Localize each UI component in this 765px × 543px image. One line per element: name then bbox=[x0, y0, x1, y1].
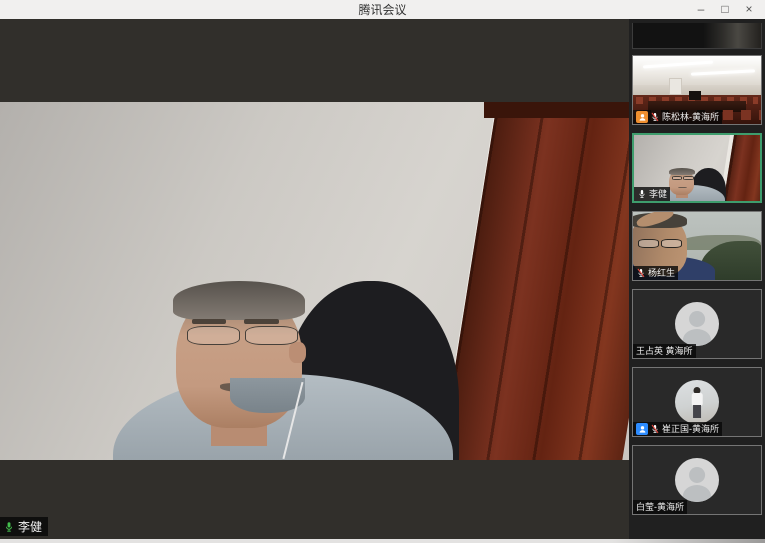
participant-name-label: 王占英 黄海所 bbox=[633, 344, 696, 358]
minimize-button[interactable]: – bbox=[689, 0, 713, 19]
participant-name-label: 崔正国-黄海所 bbox=[633, 422, 722, 436]
participant-name-label: 陈松林-黄海所 bbox=[633, 110, 722, 124]
participant-glasses bbox=[638, 239, 682, 248]
participant-name: 白莹-黄海所 bbox=[636, 501, 684, 513]
avatar-placeholder bbox=[675, 302, 719, 346]
participant-tile[interactable]: 崔正国-黄海所 bbox=[632, 367, 762, 437]
mic-on-icon bbox=[3, 521, 15, 533]
shirt-collar bbox=[230, 378, 305, 414]
participant-name: 李健 bbox=[649, 188, 667, 200]
participant-name-label: 白莹-黄海所 bbox=[633, 500, 687, 514]
speaker-glasses bbox=[187, 326, 297, 346]
participant-tile-active[interactable]: 李健 bbox=[632, 133, 762, 203]
speaker-name: 李健 bbox=[18, 518, 42, 535]
glasses-lens bbox=[672, 176, 682, 180]
speaker-eyebrow bbox=[244, 319, 279, 324]
figure-torso bbox=[692, 393, 703, 405]
speaker-hair bbox=[173, 281, 305, 320]
participant-name: 王占英 黄海所 bbox=[636, 345, 693, 357]
user-badge-icon bbox=[636, 423, 648, 435]
speaker-eyebrow bbox=[192, 319, 227, 324]
participant-name: 杨红生 bbox=[648, 267, 675, 279]
avatar-silhouette-head bbox=[689, 467, 705, 483]
participant-name-label: 李健 bbox=[634, 187, 670, 201]
glasses-lens bbox=[638, 239, 659, 248]
participant-tile[interactable]: 王占英 黄海所 bbox=[632, 289, 762, 359]
maximize-button[interactable]: □ bbox=[713, 0, 737, 19]
speaker-hair bbox=[669, 168, 695, 175]
participant-name: 陈松林-黄海所 bbox=[662, 111, 719, 123]
meeting-content: 李健 bbox=[0, 19, 765, 539]
window-bottom-edge bbox=[0, 539, 765, 543]
tencent-meeting-window: 腾讯会议 – □ × bbox=[0, 0, 765, 543]
participant-tile[interactable]: 白莹-黄海所 bbox=[632, 445, 762, 515]
glasses-lens bbox=[187, 326, 239, 346]
window-controls: – □ × bbox=[689, 0, 761, 19]
mic-on-icon bbox=[637, 189, 647, 199]
mic-muted-icon bbox=[636, 268, 646, 278]
main-video[interactable] bbox=[0, 102, 629, 460]
glasses-lens bbox=[661, 239, 682, 248]
room-monitor bbox=[689, 91, 701, 101]
speaker-name-label: 李健 bbox=[0, 517, 48, 536]
wood-rail bbox=[484, 102, 629, 118]
mic-muted-icon bbox=[650, 112, 660, 122]
participants-sidebar: 陈松林-黄海所 bbox=[629, 19, 765, 539]
figure-legs bbox=[693, 405, 701, 418]
participant-name: 崔正国-黄海所 bbox=[662, 423, 719, 435]
meeting-room-badge-icon bbox=[636, 111, 648, 123]
avatar-photo bbox=[675, 380, 719, 424]
partial-thumbnail[interactable] bbox=[632, 23, 762, 49]
main-video-stage: 李健 bbox=[0, 19, 629, 539]
participant-name-label: 杨红生 bbox=[633, 266, 678, 280]
speaker-glasses bbox=[672, 176, 694, 180]
mic-muted-icon bbox=[650, 424, 660, 434]
office-scene bbox=[0, 102, 629, 460]
participant-tile[interactable]: 陈松林-黄海所 bbox=[632, 55, 762, 125]
avatar-placeholder bbox=[675, 458, 719, 502]
title-bar: 腾讯会议 – □ × bbox=[0, 0, 765, 19]
avatar-silhouette-head bbox=[689, 311, 705, 327]
participant-tile[interactable]: 杨红生 bbox=[632, 211, 762, 281]
avatar-silhouette-body bbox=[683, 485, 711, 502]
room-door bbox=[669, 78, 682, 95]
glasses-lens bbox=[683, 176, 693, 180]
close-button[interactable]: × bbox=[737, 0, 761, 19]
glasses-lens bbox=[245, 326, 297, 346]
window-title: 腾讯会议 bbox=[358, 1, 406, 18]
